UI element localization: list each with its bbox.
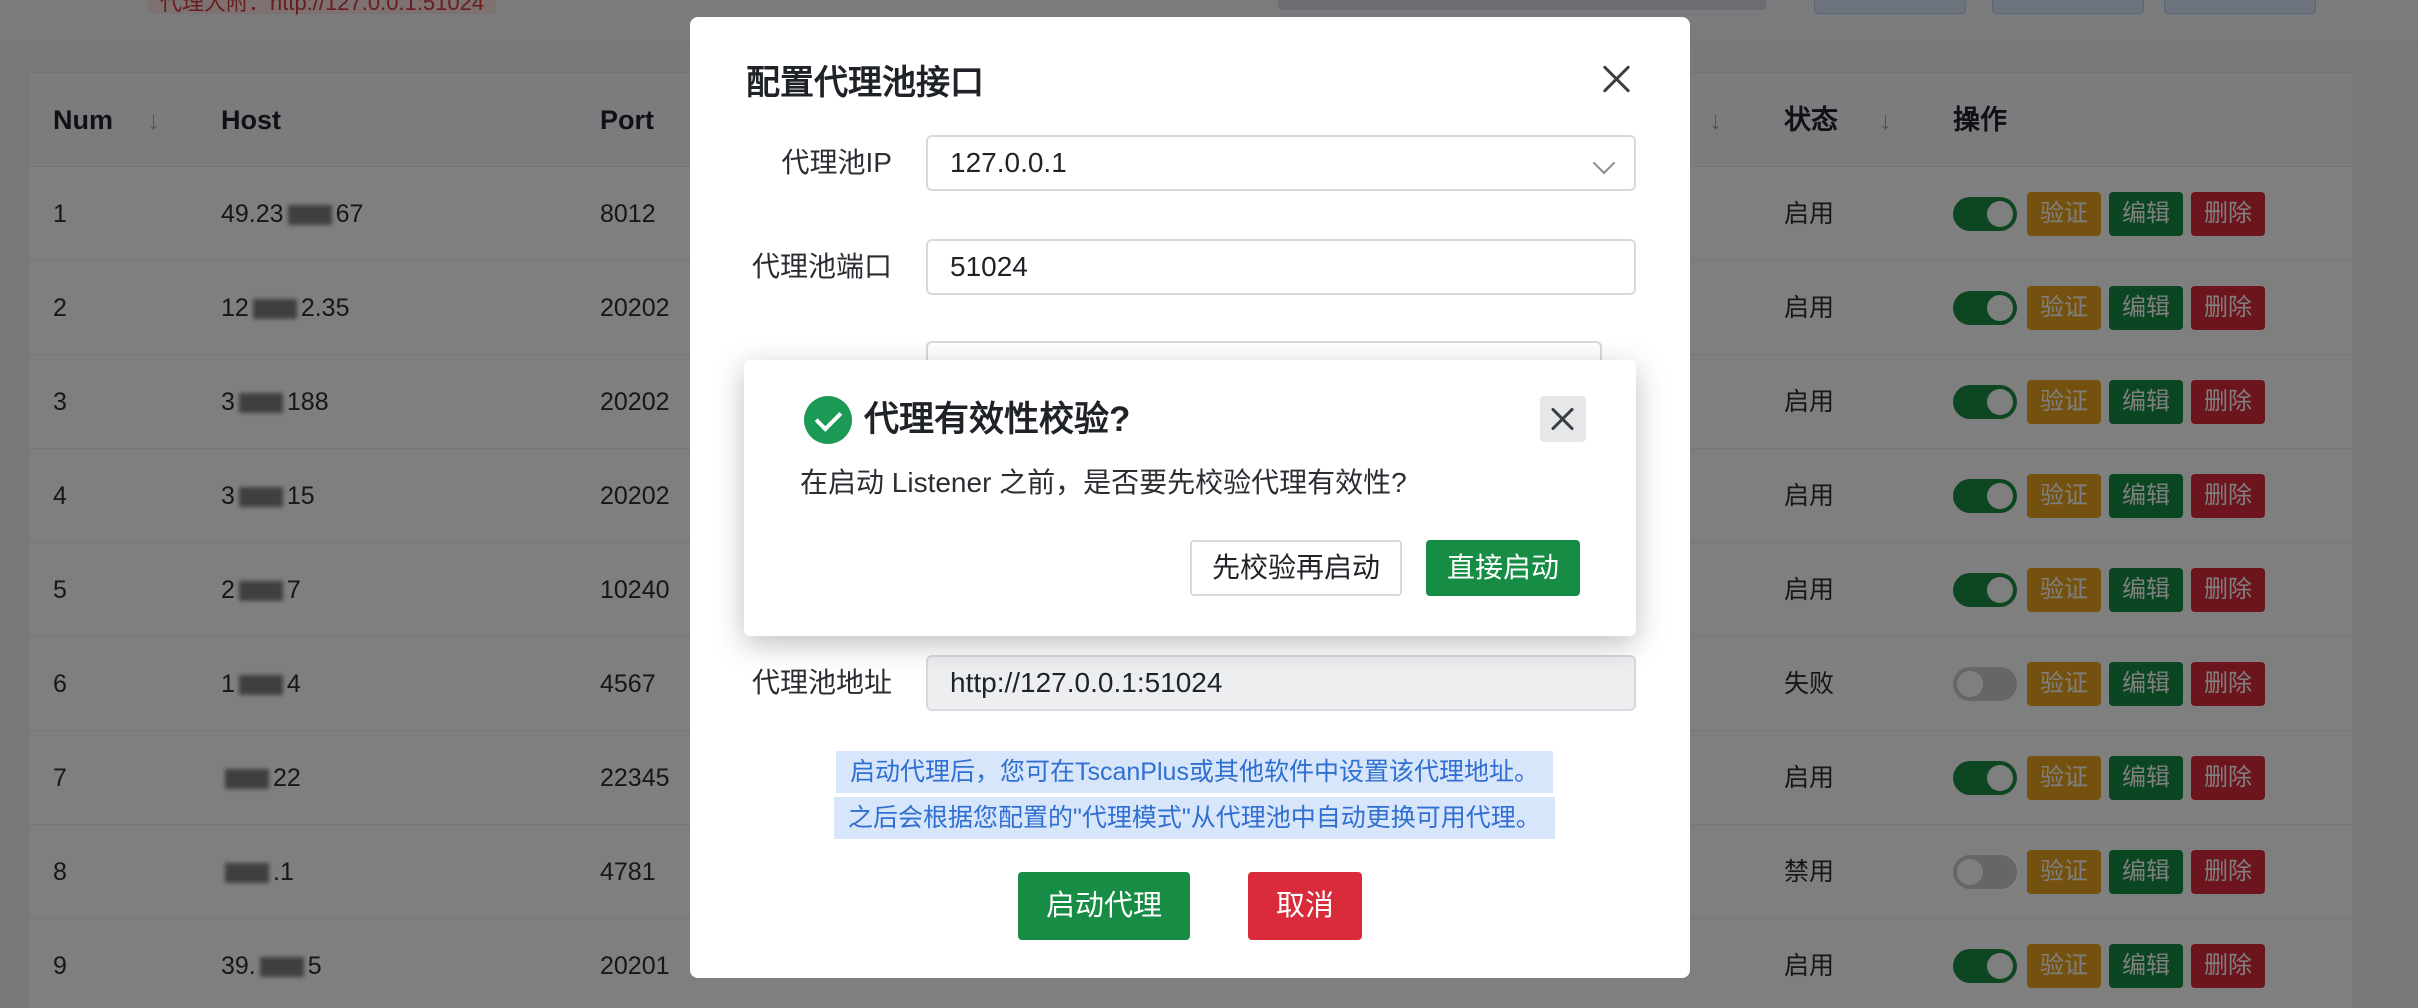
check-circle-icon bbox=[804, 396, 852, 444]
proxy-address-label: 代理池地址 bbox=[751, 667, 892, 698]
proxy-ip-value: 127.0.0.1 bbox=[950, 147, 1067, 178]
cancel-button[interactable]: 取消 bbox=[1248, 872, 1362, 940]
close-icon[interactable] bbox=[1540, 396, 1586, 442]
dialog-message: 在启动 Listener 之前，是否要先校验代理有效性? bbox=[800, 467, 1407, 498]
start-directly-button[interactable]: 直接启动 bbox=[1426, 540, 1580, 596]
proxy-port-label: 代理池端口 bbox=[751, 251, 892, 282]
close-icon[interactable] bbox=[1596, 59, 1636, 99]
modal-title: 配置代理池接口 bbox=[746, 64, 984, 102]
validation-confirm-dialog: 代理有效性校验? 在启动 Listener 之前，是否要先校验代理有效性? 先校… bbox=[744, 360, 1636, 636]
proxy-ip-select[interactable]: 127.0.0.1 bbox=[926, 135, 1636, 191]
proxy-ip-label: 代理池IP bbox=[781, 147, 892, 178]
proxy-port-input[interactable]: 51024 bbox=[926, 239, 1636, 295]
note-line-1: 启动代理后，您可在TscanPlus或其他软件中设置该代理地址。 bbox=[836, 751, 1553, 793]
verify-then-start-button[interactable]: 先校验再启动 bbox=[1190, 540, 1402, 596]
note-line-2: 之后会根据您配置的"代理模式"从代理池中自动更换可用代理。 bbox=[834, 797, 1555, 839]
proxy-address-field[interactable]: http://127.0.0.1:51024 bbox=[926, 655, 1636, 711]
chevron-down-icon bbox=[1592, 151, 1616, 175]
start-proxy-button[interactable]: 启动代理 bbox=[1018, 872, 1190, 940]
dialog-title: 代理有效性校验? bbox=[864, 400, 1131, 439]
